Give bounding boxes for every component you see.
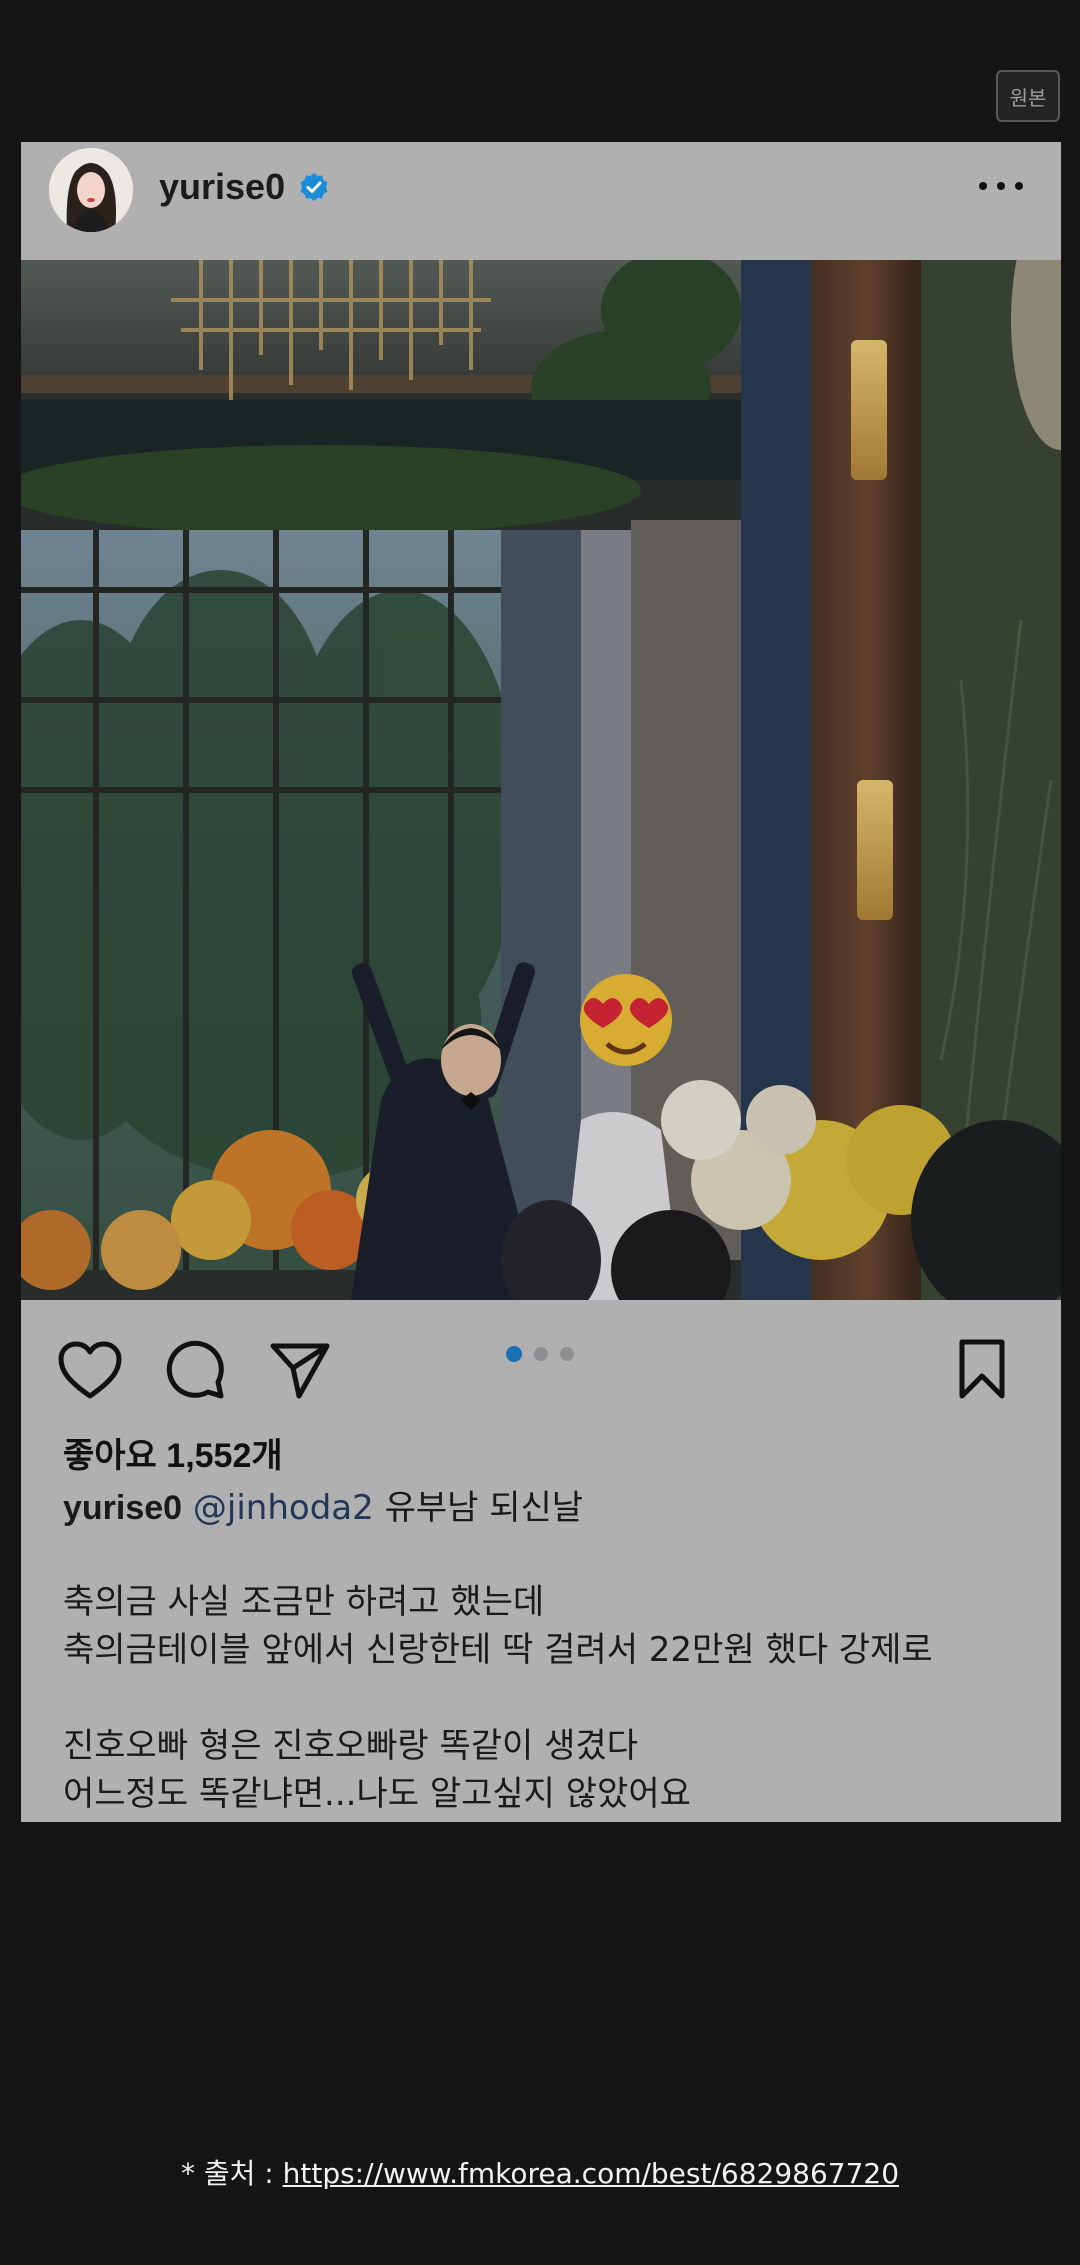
post-photo[interactable] [21,260,1061,1300]
comment-icon[interactable] [163,1338,225,1400]
caption-mention[interactable]: @jinhoda2 [193,1488,374,1528]
source-prefix: * 출처 : [180,2157,283,2190]
caption-body-line: 축의금테이블 앞에서 신랑한테 딱 걸려서 22만원 했다 강제로 [63,1630,933,1670]
caption-body-line: 축의금 사실 조금만 하려고 했는데 [63,1582,545,1622]
share-icon[interactable] [269,1340,331,1400]
carousel-dots [506,1346,574,1362]
avatar[interactable] [49,148,133,232]
instagram-post-card: yurise0 좋아요 1,552개 yurise0 @jinhoda2 유부남… [21,142,1061,1822]
likes-count[interactable]: 좋아요 1,552개 [63,1428,283,1477]
caption-text: 유부남 되신날 [384,1488,584,1528]
bookmark-icon[interactable] [957,1338,1007,1400]
more-icon[interactable] [977,176,1025,196]
post-actions [21,1300,1061,1430]
source-credit: * 출처 : https://www.fmkorea.com/best/6829… [0,2152,1080,2192]
caption-body-line: 진호오빠 형은 진호오빠랑 똑같이 생겼다 [63,1726,638,1766]
original-button[interactable]: 원본 [996,70,1060,122]
caption-first-line: yurise0 @jinhoda2 유부남 되신날 [63,1480,583,1529]
heart-icon[interactable] [57,1340,123,1400]
caption-username[interactable]: yurise0 [63,1489,182,1527]
verified-icon [300,173,328,201]
source-link[interactable]: https://www.fmkorea.com/best/6829867720 [283,2157,899,2190]
post-username[interactable]: yurise0 [159,166,285,208]
caption-body-line: 어느정도 똑같냐면...나도 알고싶지 않았어요 [63,1774,691,1814]
post-header: yurise0 [21,142,1061,260]
